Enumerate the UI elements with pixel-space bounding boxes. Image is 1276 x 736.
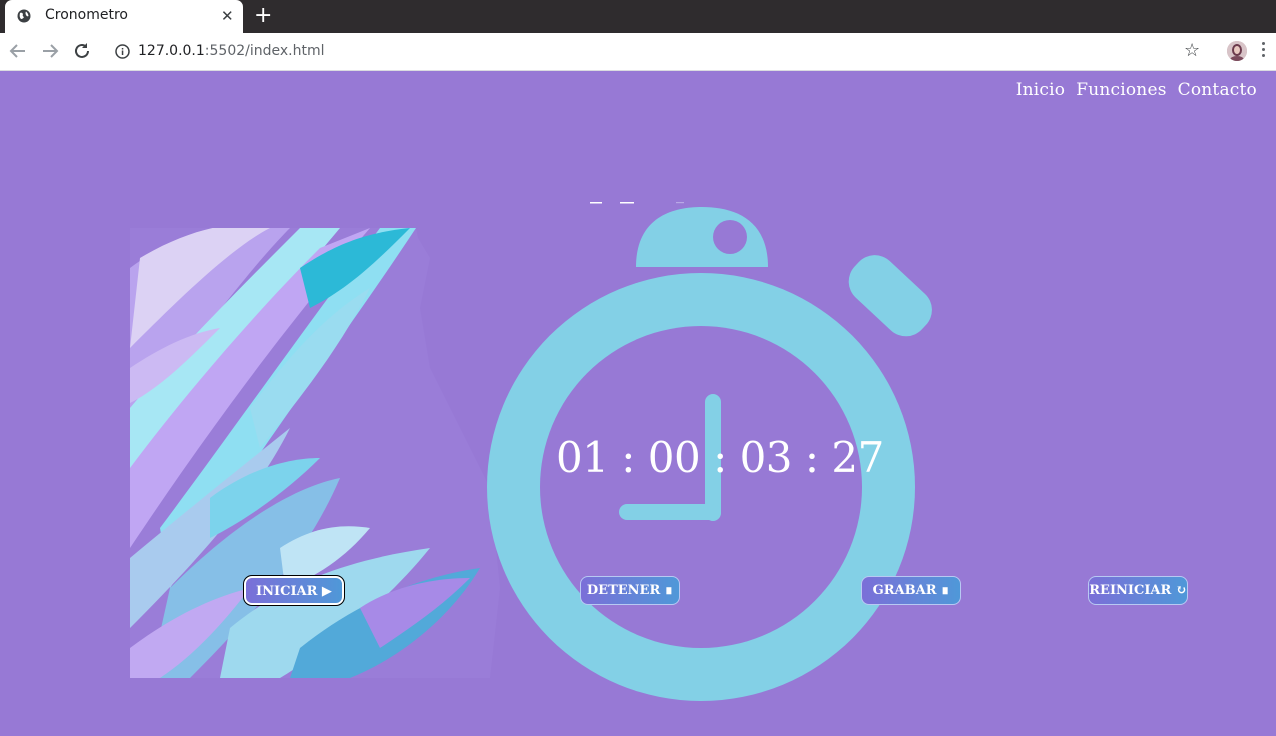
timer-display: 01 : 00 : 03 : 27 xyxy=(556,433,884,482)
address-bar[interactable]: 127.0.0.1:5502/index.html ☆ xyxy=(104,37,1214,66)
abstract-brushstroke-art xyxy=(130,228,500,678)
info-icon[interactable] xyxy=(115,44,130,59)
forward-arrow-icon[interactable] xyxy=(39,40,61,62)
new-tab-icon[interactable]: + xyxy=(254,3,272,29)
browser-tab-strip: Cronometro ✕ + xyxy=(0,0,1276,33)
nav-link-contacto[interactable]: Contacto xyxy=(1178,80,1257,100)
top-navigation: Inicio Funciones Contacto xyxy=(1005,80,1257,100)
globe-icon xyxy=(17,9,31,23)
back-arrow-icon[interactable] xyxy=(7,40,29,62)
profile-avatar[interactable] xyxy=(1227,41,1247,61)
browser-menu-icon[interactable] xyxy=(1262,42,1266,60)
nav-link-funciones[interactable]: Funciones xyxy=(1076,80,1166,100)
start-button[interactable]: INICIAR ▶ xyxy=(243,575,345,606)
url-text[interactable]: 127.0.0.1:5502/index.html xyxy=(138,43,325,59)
url-path: :5502/index.html xyxy=(204,43,325,59)
record-button[interactable]: GRABAR ∎ xyxy=(861,576,961,605)
page-content: Inicio Funciones Contacto 01: 00: 03:… xyxy=(0,71,1276,736)
close-tab-icon[interactable]: ✕ xyxy=(221,6,234,26)
bookmark-star-icon[interactable]: ☆ xyxy=(1184,41,1200,61)
browser-tab[interactable]: Cronometro ✕ xyxy=(5,0,243,33)
stop-button[interactable]: DETENER ∎ xyxy=(580,576,680,605)
url-host: 127.0.0.1 xyxy=(138,43,205,59)
reset-button[interactable]: REINICIAR ↻ xyxy=(1088,576,1188,605)
nav-link-inicio[interactable]: Inicio xyxy=(1016,80,1066,100)
profile-avatar-icon xyxy=(1227,41,1247,61)
reload-icon[interactable] xyxy=(71,40,93,62)
tab-title: Cronometro xyxy=(45,7,128,23)
browser-toolbar: 127.0.0.1:5502/index.html ☆ xyxy=(0,33,1276,71)
